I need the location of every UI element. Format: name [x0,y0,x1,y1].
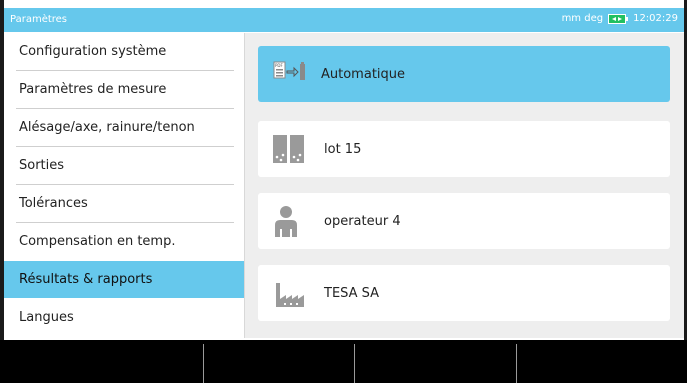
battery-icon [608,13,629,24]
sidebar-item-label: Résultats & rapports [19,272,153,287]
sidebar-item-label: Paramètres de mesure [19,82,167,97]
batch-card[interactable]: lot 15 [258,121,670,177]
sidebar-item-langues[interactable]: Langues [4,299,244,336]
softkey-3[interactable] [355,340,516,383]
status-area: mm deg 12:02:29 [562,13,678,24]
batch-label: lot 15 [324,141,362,157]
softkey-2[interactable] [204,340,354,383]
units-indicator: mm deg [561,13,604,24]
batch-icon [272,133,308,165]
company-label: TESA SA [324,285,380,301]
sidebar-item-tolerances[interactable]: Tolérances [4,185,244,222]
page-title: Paramètres [10,14,68,25]
svg-text:PDF: PDF [275,63,283,68]
softkey-1[interactable] [0,340,203,383]
sidebar-item-compensation-temp[interactable]: Compensation en temp. [4,223,244,260]
sidebar-item-configuration-systeme[interactable]: Configuration système [4,33,244,70]
sidebar-item-label: Tolérances [19,196,88,211]
report-mode-card[interactable]: PDF Automatique [258,46,670,102]
sidebar-item-label: Sorties [19,158,65,173]
softkey-4[interactable] [517,340,687,383]
softkey-bar [0,340,687,383]
sidebar-item-label: Alésage/axe, rainure/tenon [19,120,195,135]
screen: Paramètres mm deg 12:02:29 Configuration… [0,0,687,383]
operator-icon [272,205,308,237]
report-settings-panel: PDF Automatique lot 15 operateur 4 TESA … [245,33,684,338]
report-mode-label: Automatique [321,66,406,82]
sidebar-item-sorties[interactable]: Sorties [4,147,244,184]
company-card[interactable]: TESA SA [258,265,670,321]
pdf-export-icon: PDF [272,58,308,90]
sidebar-item-parametres-de-mesure[interactable]: Paramètres de mesure [4,71,244,108]
operator-label: operateur 4 [324,213,401,229]
sidebar-item-label: Langues [19,310,74,325]
sidebar-item-resultats-rapports[interactable]: Résultats & rapports [4,261,244,298]
sidebar-item-label: Configuration système [19,44,167,59]
sidebar-item-label: Compensation en temp. [19,234,176,249]
settings-sidebar: Configuration système Paramètres de mesu… [4,33,245,338]
title-bar: Paramètres mm deg 12:02:29 [4,8,684,32]
factory-icon [272,277,308,309]
operator-card[interactable]: operateur 4 [258,193,670,249]
clock: 12:02:29 [633,13,678,24]
sidebar-item-alesage-axe[interactable]: Alésage/axe, rainure/tenon [4,109,244,146]
